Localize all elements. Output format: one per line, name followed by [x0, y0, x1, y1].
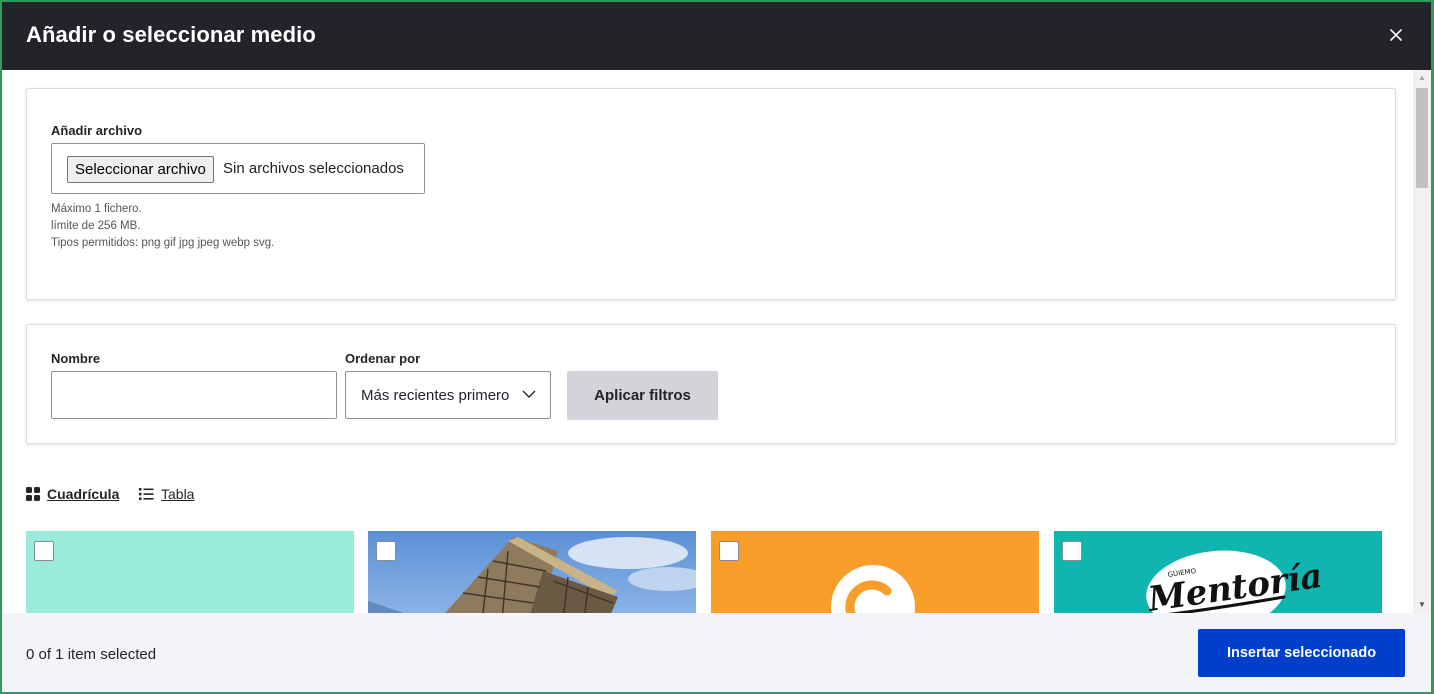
view-grid-link[interactable]: Cuadrícula	[26, 486, 119, 502]
scrollbar-thumb[interactable]	[1416, 88, 1428, 188]
media-item[interactable]	[26, 531, 354, 613]
name-label: Nombre	[51, 351, 101, 366]
grid-icon	[26, 487, 40, 501]
media-item-checkbox[interactable]	[34, 541, 54, 561]
scroll-down-arrow-icon[interactable]: ▼	[1413, 597, 1431, 613]
mentoria-logo-image: GUIEMO Mentoría	[1145, 550, 1325, 613]
sort-selected-value: Más recientes primero	[361, 387, 510, 404]
help-text-max-files: Máximo 1 fichero.	[51, 203, 142, 215]
c-logo-image	[831, 565, 915, 613]
insert-selected-button[interactable]: Insertar seleccionado	[1198, 629, 1405, 677]
media-item-checkbox[interactable]	[1062, 541, 1082, 561]
chevron-down-icon	[522, 390, 536, 398]
file-status: Sin archivos seleccionados	[223, 160, 404, 177]
view-table-label: Tabla	[161, 486, 195, 502]
scroll-up-arrow-icon[interactable]: ▲	[1413, 70, 1431, 86]
building-image	[368, 531, 696, 613]
view-grid-label: Cuadrícula	[47, 486, 120, 502]
sort-select[interactable]: Más recientes primero	[345, 371, 551, 419]
media-dialog: Añadir o seleccionar medio Añadir archiv…	[2, 2, 1431, 692]
select-file-button[interactable]: Seleccionar archivo	[67, 156, 214, 183]
dialog-titlebar: Añadir o seleccionar medio	[2, 2, 1431, 70]
dialog-title: Añadir o seleccionar medio	[26, 22, 316, 47]
media-item-checkbox[interactable]	[719, 541, 739, 561]
filter-card: Nombre Ordenar por Más recientes primero…	[26, 324, 1396, 444]
view-table-link[interactable]: Tabla	[139, 486, 194, 502]
apply-filters-button[interactable]: Aplicar filtros	[567, 371, 718, 420]
upload-label: Añadir archivo	[51, 123, 143, 138]
media-item-checkbox[interactable]	[376, 541, 396, 561]
upload-card: Añadir archivo Seleccionar archivo Sin a…	[26, 88, 1396, 300]
help-text-size-limit: límite de 256 MB.	[51, 220, 141, 232]
help-text-allowed-types: Tipos permitidos: png gif jpg jpeg webp …	[51, 237, 275, 249]
dialog-footer: 0 of 1 item selected Insertar selecciona…	[2, 613, 1431, 692]
sort-label: Ordenar por	[345, 351, 421, 366]
list-icon	[139, 488, 154, 500]
selection-status: 0 of 1 item selected	[26, 646, 157, 663]
dialog-content: Añadir archivo Seleccionar archivo Sin a…	[2, 70, 1413, 613]
media-thumbnail	[26, 531, 354, 613]
name-filter-input[interactable]	[51, 371, 337, 419]
vertical-scrollbar[interactable]: ▲ ▼	[1413, 70, 1431, 613]
media-item[interactable]	[711, 531, 1039, 613]
media-item[interactable]: GUIEMO Mentoría	[1054, 531, 1382, 613]
file-input[interactable]: Seleccionar archivo Sin archivos selecci…	[51, 143, 425, 194]
close-icon[interactable]	[1383, 22, 1409, 48]
media-item[interactable]	[368, 531, 696, 613]
